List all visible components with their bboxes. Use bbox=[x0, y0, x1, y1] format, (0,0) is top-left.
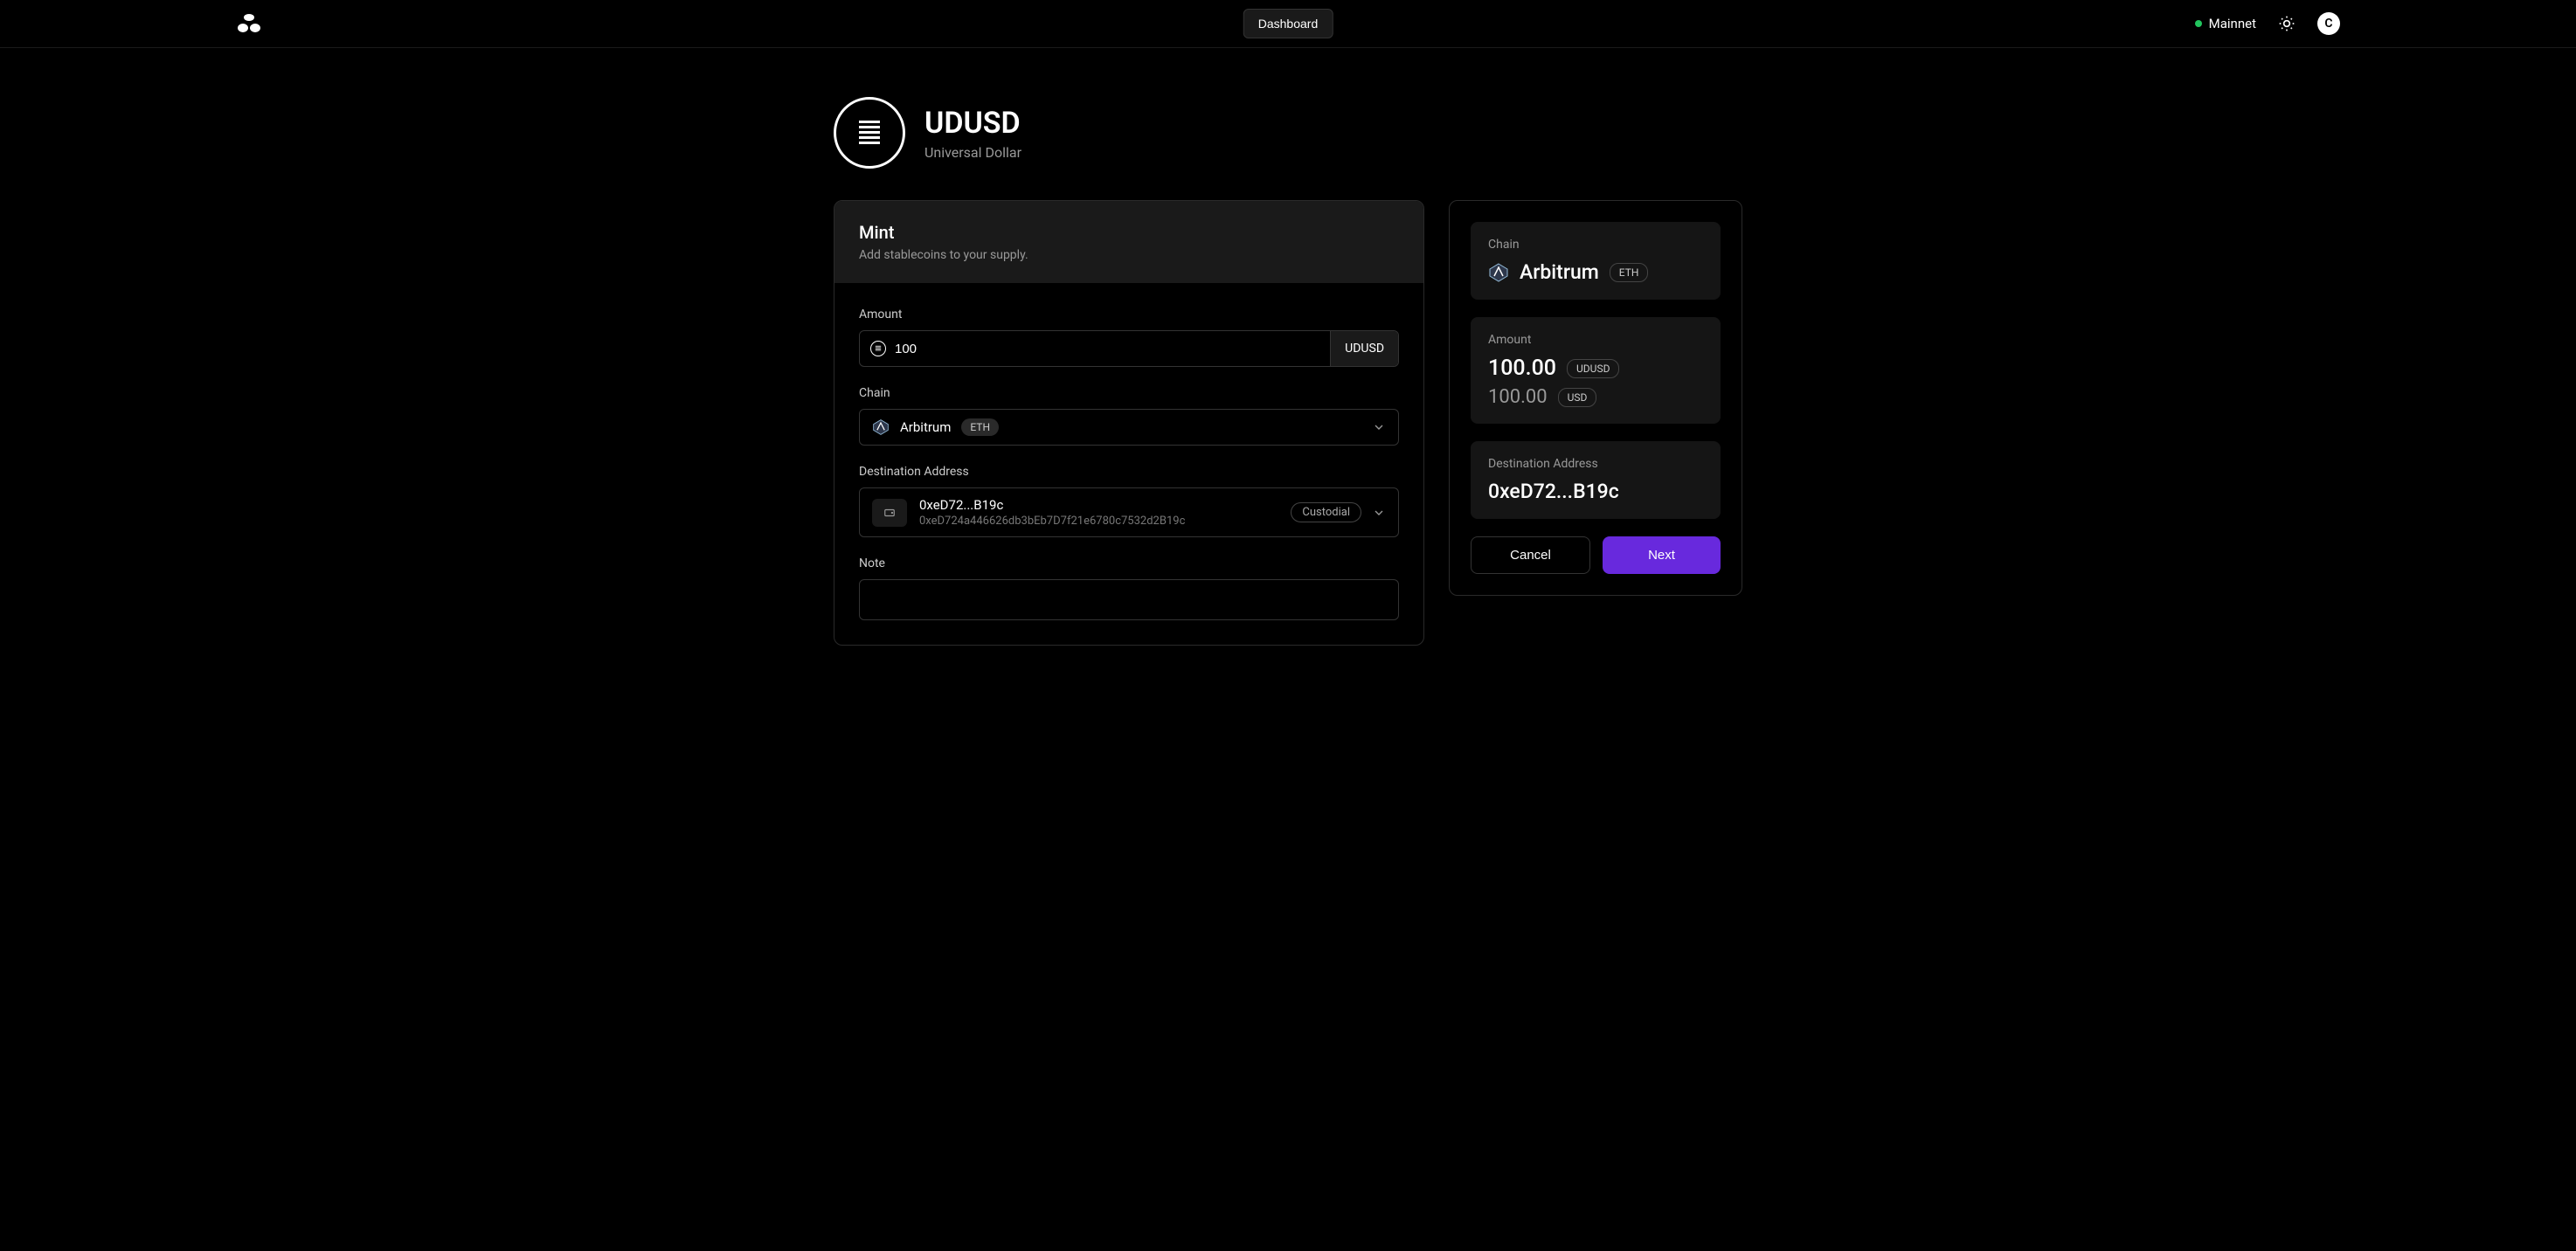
summary-amount-secondary-badge: USD bbox=[1558, 388, 1597, 407]
summary-destination-value: 0xeD72...B19c bbox=[1488, 480, 1703, 503]
chain-badge: ETH bbox=[961, 418, 999, 436]
wallet-icon bbox=[872, 499, 907, 527]
dashboard-button[interactable]: Dashboard bbox=[1243, 9, 1333, 38]
chain-name: Arbitrum bbox=[900, 419, 951, 435]
address-short: 0xeD72...B19c bbox=[919, 497, 1185, 513]
mint-form-panel: Mint Add stablecoins to your supply. Amo… bbox=[834, 200, 1424, 646]
token-icon bbox=[834, 97, 905, 169]
form-title: Mint bbox=[859, 222, 1399, 243]
chevron-down-icon bbox=[1372, 506, 1386, 520]
summary-amount-secondary: 100.00 bbox=[1488, 386, 1548, 408]
token-mini-icon bbox=[870, 341, 886, 356]
note-label: Note bbox=[859, 556, 1399, 570]
sun-icon bbox=[2278, 15, 2296, 32]
main-content: UDUSD Universal Dollar Mint Add stableco… bbox=[834, 48, 1742, 695]
chain-select[interactable]: Arbitrum ETH bbox=[859, 409, 1399, 446]
chain-label: Chain bbox=[859, 386, 1399, 400]
token-symbol: UDUSD bbox=[924, 106, 1021, 141]
avatar[interactable]: C bbox=[2317, 12, 2340, 35]
network-label: Mainnet bbox=[2209, 16, 2256, 31]
app-logo[interactable] bbox=[236, 13, 262, 34]
summary-chain-label: Chain bbox=[1488, 238, 1703, 252]
summary-amount-primary-badge: UDUSD bbox=[1567, 359, 1619, 378]
amount-suffix: UDUSD bbox=[1330, 331, 1398, 366]
token-name: Universal Dollar bbox=[924, 144, 1021, 161]
summary-chain-name: Arbitrum bbox=[1520, 260, 1599, 284]
summary-chain-badge: ETH bbox=[1610, 263, 1649, 282]
arbitrum-icon bbox=[1488, 262, 1509, 283]
custodial-badge: Custodial bbox=[1291, 502, 1361, 522]
summary-chain-card: Chain Arbitrum ETH bbox=[1471, 222, 1721, 300]
form-subtitle: Add stablecoins to your supply. bbox=[859, 248, 1399, 262]
chevron-down-icon bbox=[1372, 420, 1386, 434]
token-header: UDUSD Universal Dollar bbox=[834, 97, 1742, 169]
destination-select[interactable]: 0xeD72...B19c 0xeD724a446626db3bEb7D7f21… bbox=[859, 487, 1399, 537]
next-button[interactable]: Next bbox=[1603, 536, 1721, 574]
status-dot-icon bbox=[2195, 20, 2202, 27]
summary-amount-primary: 100.00 bbox=[1488, 356, 1556, 381]
note-input[interactable] bbox=[859, 579, 1399, 620]
amount-input[interactable] bbox=[895, 342, 1319, 356]
app-header: Dashboard Mainnet C bbox=[0, 0, 2576, 48]
arbitrum-icon bbox=[872, 418, 890, 436]
summary-destination-card: Destination Address 0xeD72...B19c bbox=[1471, 441, 1721, 519]
summary-destination-label: Destination Address bbox=[1488, 457, 1703, 471]
summary-panel: Chain Arbitrum ETH Amount 100.00 UDUSD bbox=[1449, 200, 1742, 596]
destination-label: Destination Address bbox=[859, 465, 1399, 479]
cancel-button[interactable]: Cancel bbox=[1471, 536, 1590, 574]
address-full: 0xeD724a446626db3bEb7D7f21e6780c7532d2B1… bbox=[919, 515, 1185, 528]
summary-amount-card: Amount 100.00 UDUSD 100.00 USD bbox=[1471, 317, 1721, 424]
summary-amount-label: Amount bbox=[1488, 333, 1703, 347]
theme-toggle[interactable] bbox=[2277, 14, 2296, 33]
amount-label: Amount bbox=[859, 308, 1399, 321]
network-status[interactable]: Mainnet bbox=[2195, 16, 2256, 31]
